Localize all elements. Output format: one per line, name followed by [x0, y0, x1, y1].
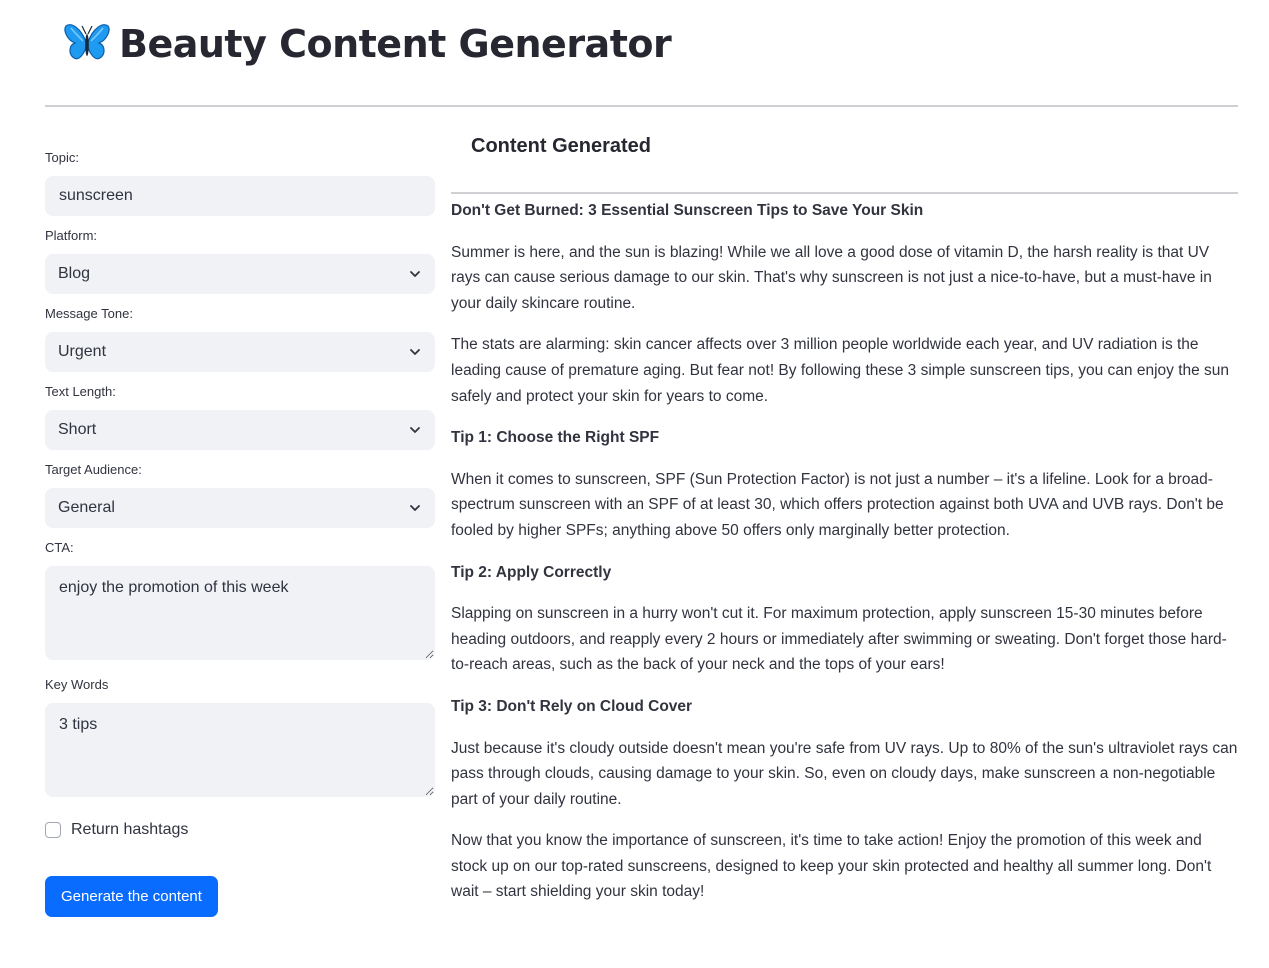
topic-input[interactable]: [45, 176, 435, 216]
article-paragraph: Summer is here, and the sun is blazing! …: [451, 243, 1212, 312]
hashtags-label[interactable]: Return hashtags: [71, 821, 188, 839]
audience-label: Target Audience:: [45, 462, 142, 477]
app-page: Beauty Content Generator Topic: Platform…: [0, 0, 1269, 968]
header-divider: [45, 105, 1238, 107]
keywords-field: Key Words 3 tips: [45, 677, 435, 802]
length-value: Short: [58, 421, 97, 438]
tip-heading: Tip 3: Don't Rely on Cloud Cover: [451, 697, 693, 715]
article-title: Don't Get Burned: 3 Essential Sunscreen …: [451, 202, 924, 219]
chevron-down-icon: [410, 427, 420, 433]
tone-field: Message Tone: Urgent: [45, 306, 435, 372]
topic-field: Topic:: [45, 150, 435, 216]
platform-label: Platform:: [45, 228, 98, 243]
tone-select[interactable]: Urgent: [45, 332, 435, 372]
chevron-down-icon: [410, 505, 420, 511]
article-paragraph: Slapping on sunscreen in a hurry won't c…: [451, 605, 1227, 674]
length-select[interactable]: Short: [45, 410, 435, 450]
app-header: Beauty Content Generator: [63, 14, 672, 74]
chevron-down-icon: [410, 349, 420, 355]
tone-value: Urgent: [58, 343, 107, 360]
audience-select[interactable]: General: [45, 488, 435, 528]
keywords-label: Key Words: [45, 677, 109, 692]
output-heading: Content Generated: [471, 135, 652, 157]
article-paragraph: The stats are alarming: skin cancer affe…: [451, 336, 1230, 405]
audience-field: Target Audience: General: [45, 462, 435, 528]
tip-heading: Tip 1: Choose the Right SPF: [451, 429, 660, 447]
tip-heading: Tip 2: Apply Correctly: [451, 563, 612, 581]
article-paragraph: Just because it's cloudy outside doesn't…: [451, 739, 1238, 808]
tone-label: Message Tone:: [45, 306, 133, 321]
platform-value: Blog: [58, 265, 91, 282]
butterfly-icon: [64, 24, 110, 60]
article-paragraph: When it comes to sunscreen, SPF (Sun Pro…: [451, 470, 1224, 539]
article-paragraph: Now that you know the importance of suns…: [451, 832, 1212, 901]
generated-article: Don't Get Burned: 3 Essential Sunscreen …: [451, 194, 1238, 905]
audience-value: General: [58, 499, 115, 516]
generate-button[interactable]: Generate the content: [45, 876, 218, 917]
cta-field: CTA: enjoy the promotion of this week: [45, 540, 435, 665]
hashtags-checkbox[interactable]: [45, 822, 61, 838]
cta-label: CTA:: [45, 540, 74, 555]
platform-select[interactable]: Blog: [45, 254, 435, 294]
chevron-down-icon: [410, 271, 420, 277]
hashtags-row: Return hashtags: [45, 820, 435, 840]
content-form: Topic: Platform: Blog Message Tone: Urge…: [45, 150, 435, 917]
length-label: Text Length:: [45, 384, 116, 399]
page-title: Beauty Content Generator: [119, 22, 672, 66]
cta-textarea[interactable]: enjoy the promotion of this week: [45, 566, 435, 660]
keywords-textarea[interactable]: 3 tips: [45, 703, 435, 797]
topic-label: Topic:: [45, 150, 79, 165]
output-panel: Content Generated Don't Get Burned: 3 Es…: [451, 126, 1238, 921]
platform-field: Platform: Blog: [45, 228, 435, 294]
length-field: Text Length: Short: [45, 384, 435, 450]
